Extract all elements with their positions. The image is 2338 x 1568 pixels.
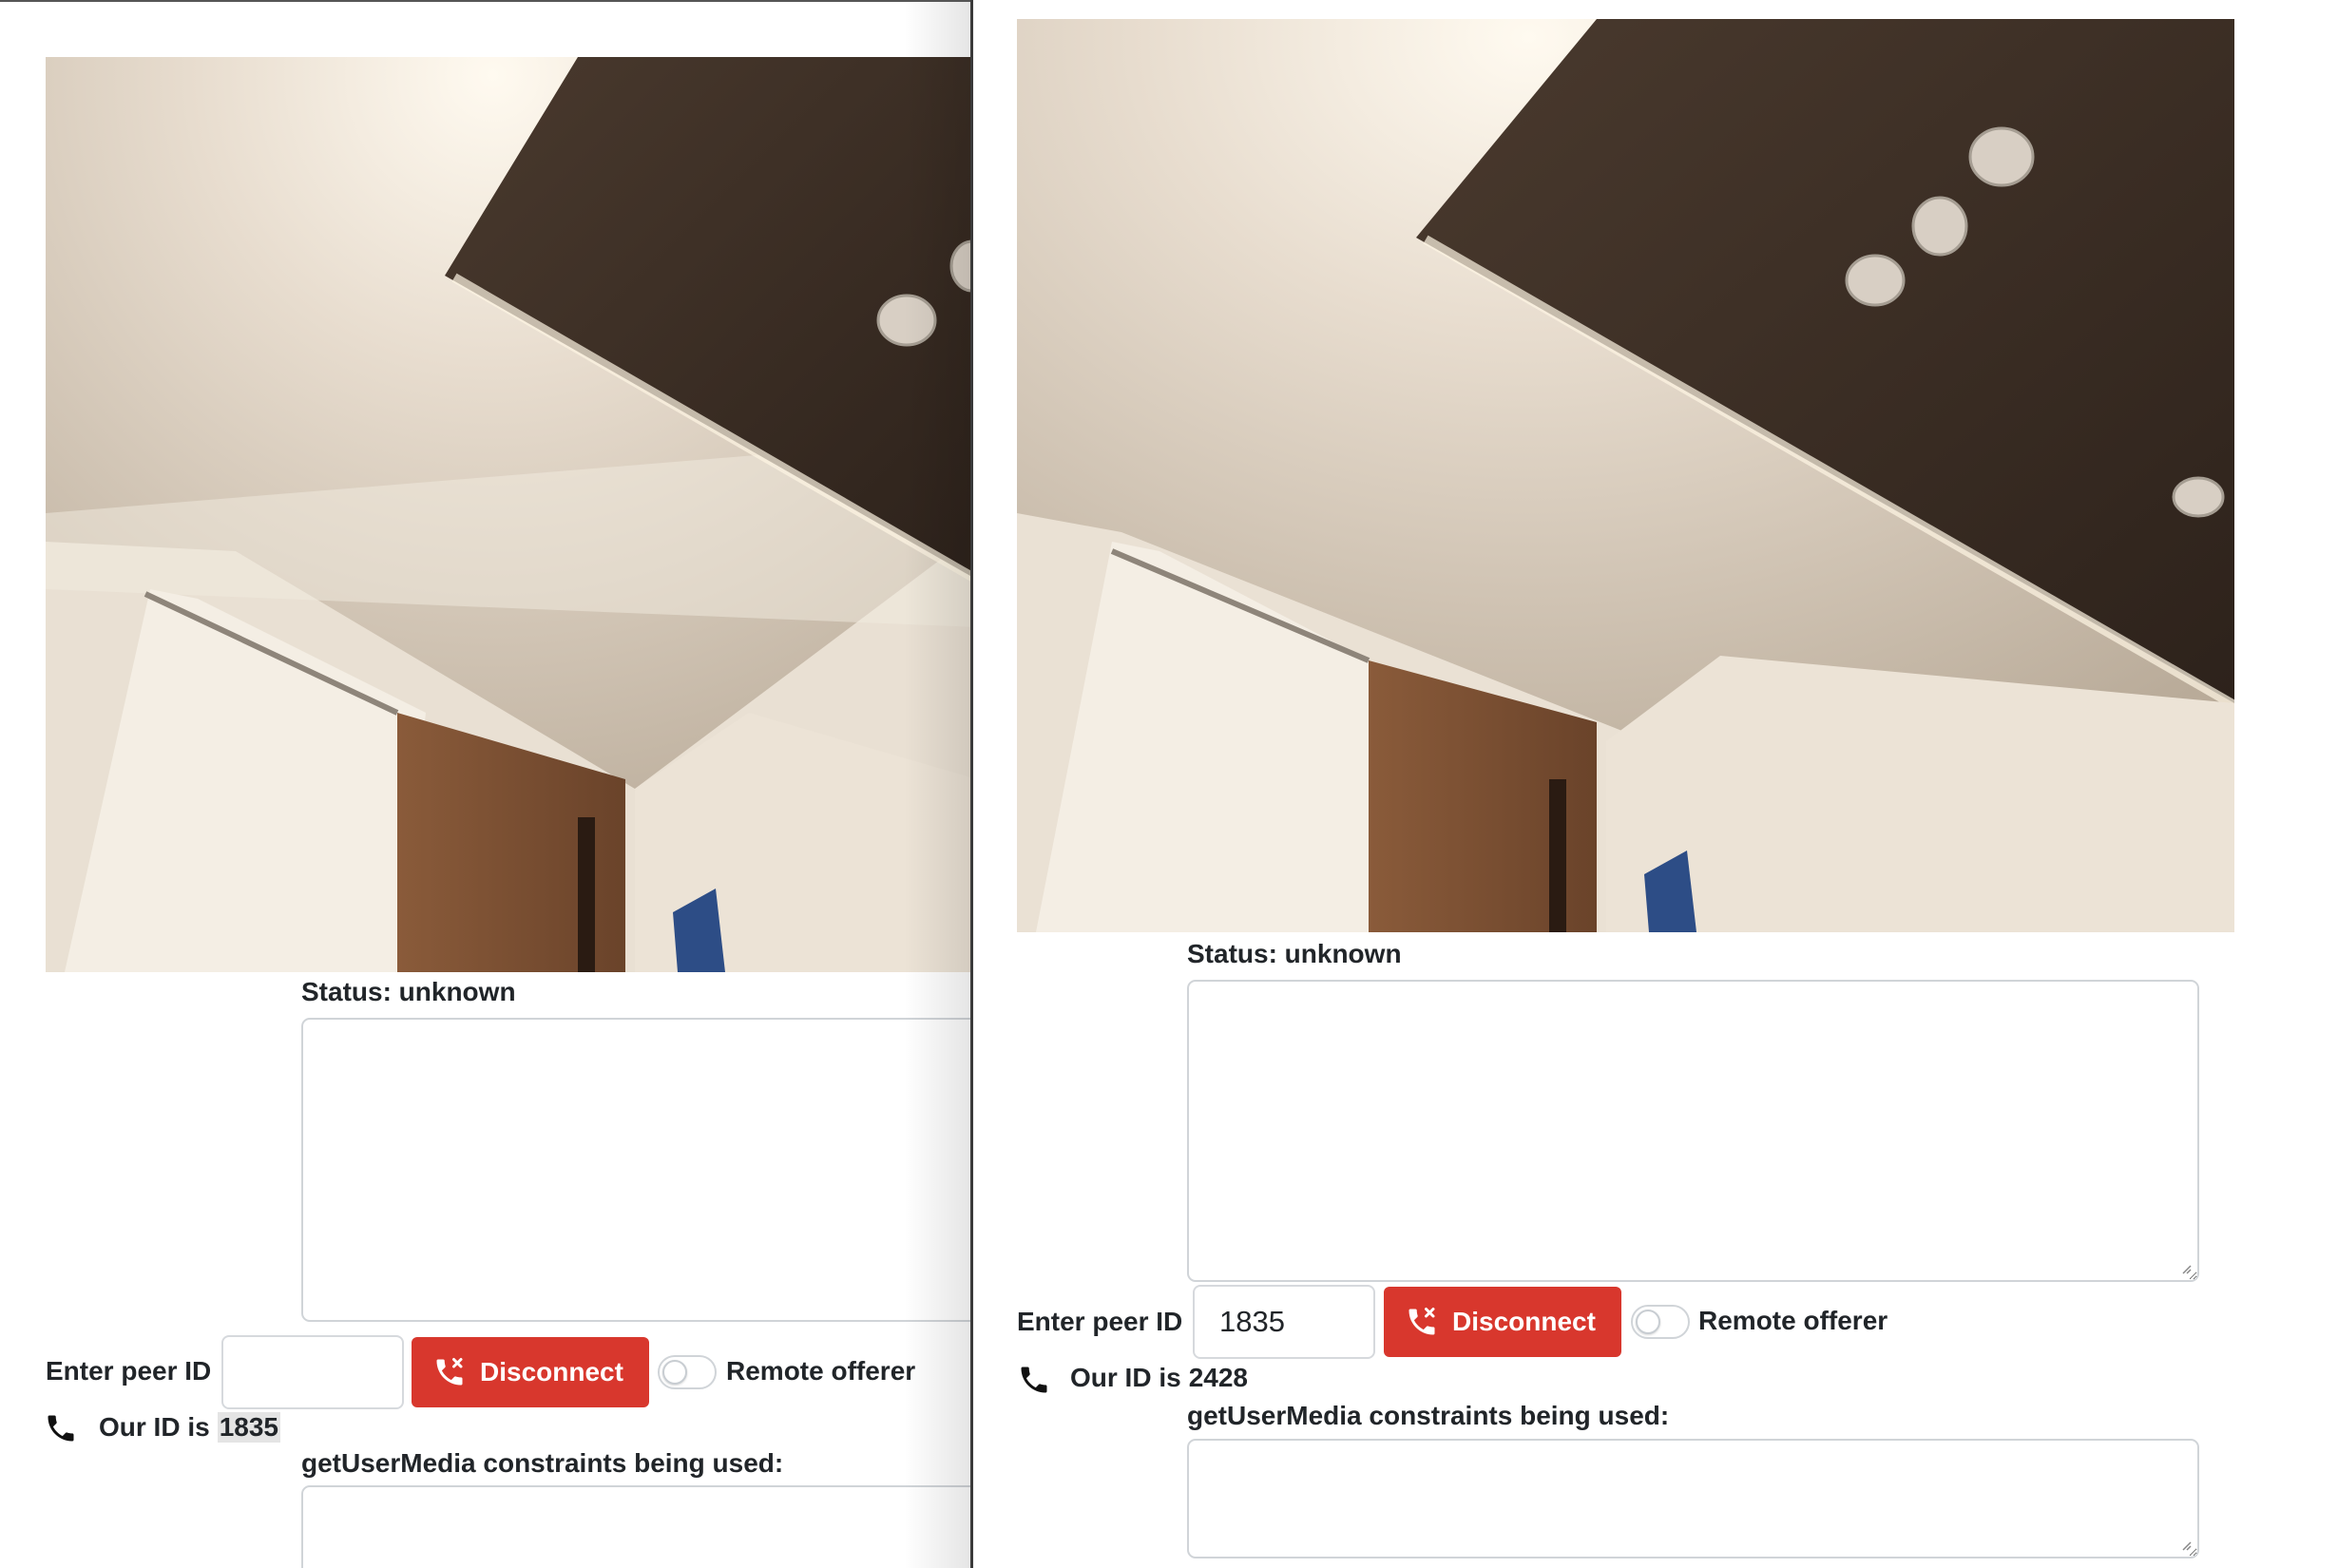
our-id-prefix: Our ID is bbox=[1070, 1363, 1181, 1392]
our-id-row: Our ID is 1835 bbox=[99, 1412, 280, 1443]
constraints-textarea[interactable] bbox=[1187, 1439, 2199, 1558]
disconnect-button[interactable]: Disconnect bbox=[412, 1337, 649, 1407]
our-id-value: 1835 bbox=[217, 1412, 280, 1443]
camera-frame bbox=[1017, 19, 2234, 932]
resize-grip-icon[interactable] bbox=[2178, 1261, 2192, 1274]
remote-offerer-label: Remote offerer bbox=[1698, 1306, 1888, 1335]
our-id-value: 2428 bbox=[1188, 1363, 1248, 1392]
resize-grip-icon[interactable] bbox=[2178, 1538, 2192, 1551]
constraints-label: getUserMedia constraints being used: bbox=[1187, 1401, 1670, 1430]
constraints-textarea[interactable] bbox=[301, 1485, 970, 1568]
peer-id-label: Enter peer ID bbox=[1017, 1307, 1183, 1336]
local-video bbox=[1017, 19, 2234, 932]
status-log-textarea[interactable] bbox=[301, 1018, 970, 1322]
disconnect-button[interactable]: Disconnect bbox=[1384, 1287, 1621, 1357]
remote-offerer-label: Remote offerer bbox=[726, 1356, 916, 1386]
left-browser-window: Status: unknown Enter peer ID Disconnect… bbox=[0, 0, 970, 1568]
disconnect-label: Disconnect bbox=[480, 1357, 623, 1386]
right-browser-window: Status: unknown Enter peer ID Disconnect… bbox=[973, 0, 2338, 1568]
our-id-prefix: Our ID is bbox=[99, 1412, 210, 1442]
peer-id-input[interactable] bbox=[1193, 1285, 1375, 1359]
remote-offerer-toggle[interactable] bbox=[1631, 1305, 1690, 1339]
status-label: Status: unknown bbox=[301, 977, 516, 1006]
phone-missed-icon bbox=[436, 1358, 463, 1386]
status-label: Status: unknown bbox=[1187, 939, 1402, 968]
peer-id-label: Enter peer ID bbox=[46, 1356, 212, 1386]
remote-offerer-toggle[interactable] bbox=[658, 1355, 717, 1389]
status-log-textarea[interactable] bbox=[1187, 980, 2199, 1282]
disconnect-label: Disconnect bbox=[1452, 1307, 1596, 1336]
constraints-label: getUserMedia constraints being used: bbox=[301, 1448, 784, 1478]
our-id-row: Our ID is 2428 bbox=[1070, 1363, 1248, 1393]
camera-frame bbox=[46, 57, 970, 972]
local-video bbox=[46, 57, 970, 972]
phone-icon bbox=[48, 1415, 74, 1442]
peer-id-input[interactable] bbox=[221, 1335, 404, 1409]
phone-icon bbox=[1021, 1367, 1047, 1393]
phone-missed-icon bbox=[1409, 1308, 1435, 1335]
